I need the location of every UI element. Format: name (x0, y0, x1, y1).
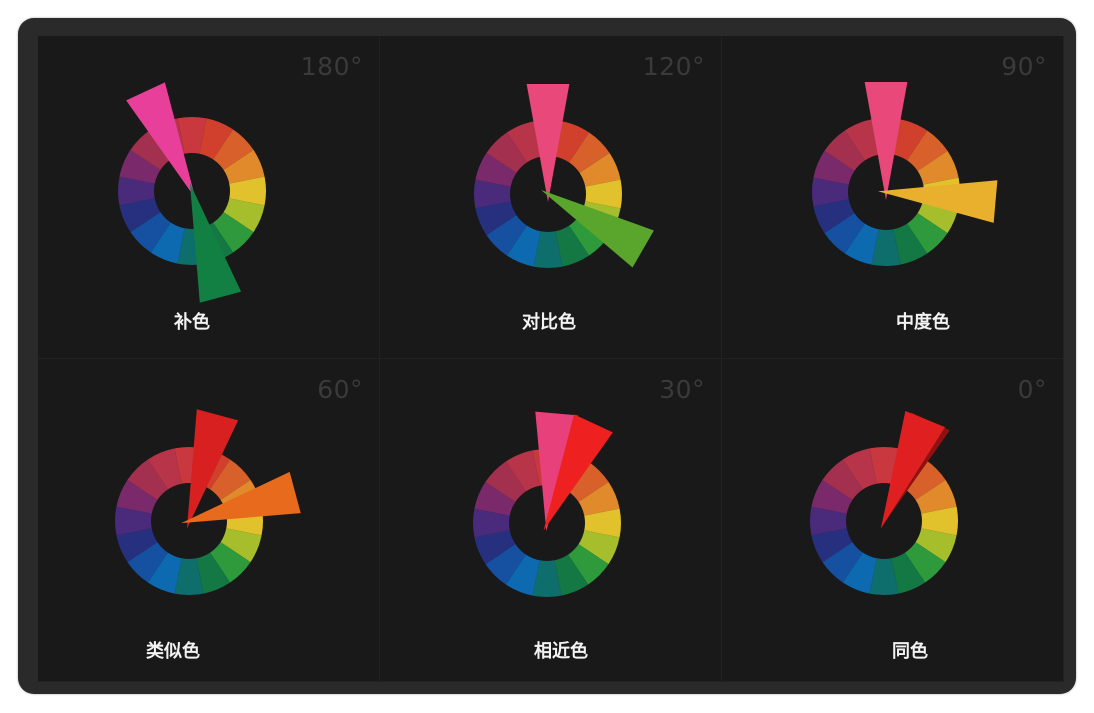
angle-label: 0° (1017, 375, 1047, 404)
panel-contrast: 120° 对比色 (380, 36, 722, 359)
color-harmony-grid: 180° 补色 120° 对比色 90° 中度色 60° 类似色 30° 相近色… (38, 36, 1064, 682)
panel-complementary: 180° 补色 (38, 36, 380, 359)
panel-title: 补色 (174, 312, 210, 333)
panel-monochrome: 0° 同色 (722, 359, 1064, 682)
panel-title: 相近色 (534, 641, 588, 662)
color-wheel-adjacent (473, 411, 621, 597)
panel-title: 同色 (892, 641, 928, 662)
panel-title: 类似色 (146, 641, 200, 662)
angle-label: 120° (642, 52, 705, 81)
color-wheel-analogous (115, 409, 301, 595)
angle-label: 60° (317, 375, 363, 404)
color-wheel-medium (812, 82, 998, 266)
panel-analogous: 60° 类似色 (38, 359, 380, 682)
angle-label: 180° (300, 52, 363, 81)
panel-title: 对比色 (522, 312, 576, 333)
angle-label: 30° (659, 375, 705, 404)
color-wheel-monochrome (810, 411, 958, 595)
panel-title: 中度色 (896, 312, 950, 333)
angle-label: 90° (1001, 52, 1047, 81)
panel-adjacent: 30° 相近色 (380, 359, 722, 682)
image-frame: 180° 补色 120° 对比色 90° 中度色 60° 类似色 30° 相近色… (18, 18, 1076, 694)
panel-medium: 90° 中度色 (722, 36, 1064, 359)
